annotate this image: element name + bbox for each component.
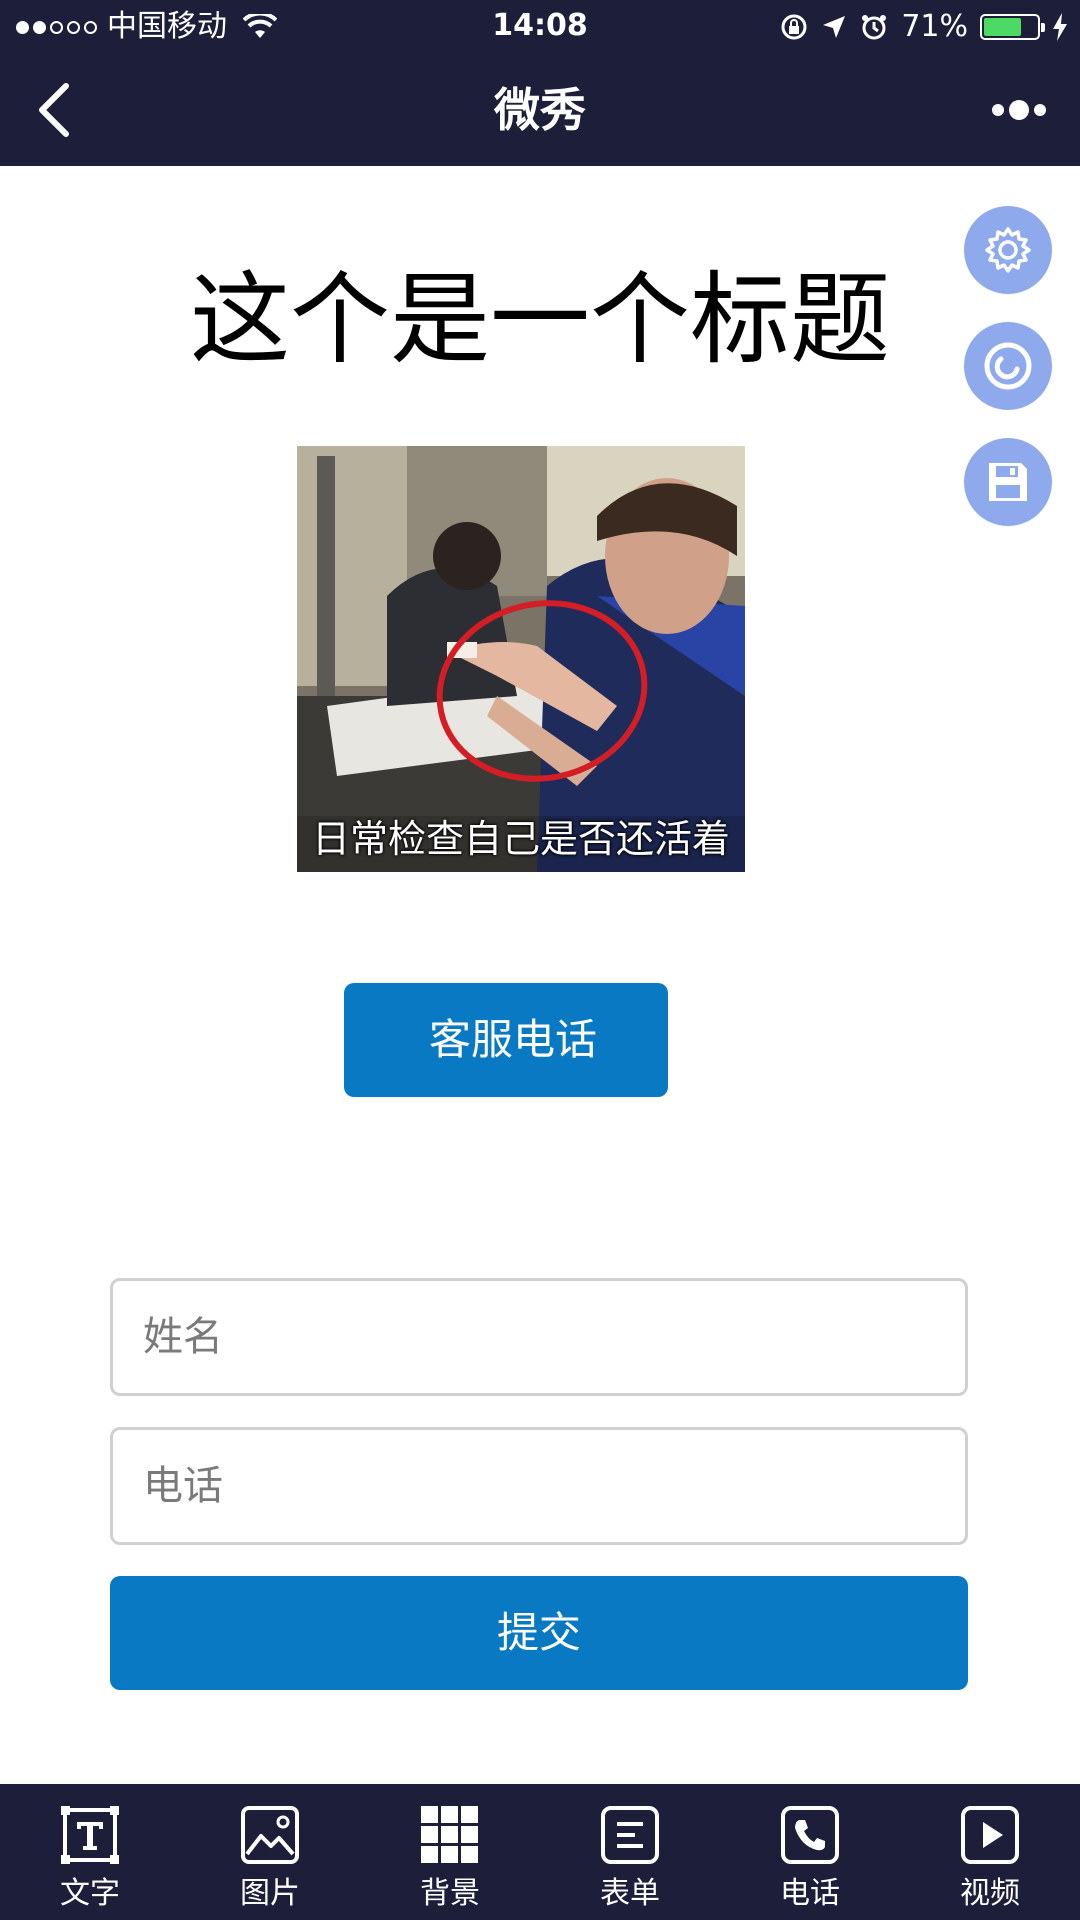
bottom-toolbar: 文字 图片 背景 表单 电话 视频 — [0, 1784, 1080, 1920]
grid-icon — [421, 1806, 478, 1863]
toolbar-item-phone[interactable]: 电话 — [720, 1784, 900, 1920]
save-icon — [989, 463, 1027, 501]
toolbar-item-form[interactable]: 表单 — [540, 1784, 720, 1920]
status-right: 71% — [779, 8, 1068, 46]
location-arrow-icon — [823, 16, 846, 38]
status-bar: 中国移动 14:08 71% — [0, 0, 1080, 54]
navigation-bar: 微秀 — [0, 54, 1080, 166]
toolbar-label-image: 图片 — [240, 1876, 300, 1911]
battery-fill — [984, 18, 1021, 36]
submit-button[interactable]: 提交 — [110, 1576, 968, 1690]
toolbar-label-phone: 电话 — [780, 1876, 840, 1911]
more-options-button[interactable] — [984, 88, 1054, 132]
save-button[interactable] — [964, 438, 1052, 526]
image-caption: 日常检查自己是否还活着 — [311, 817, 730, 861]
phone-icon — [781, 1806, 839, 1864]
phone-input[interactable] — [110, 1427, 968, 1545]
customer-service-phone-button[interactable]: 客服电话 — [344, 983, 668, 1097]
toolbar-label-form: 表单 — [600, 1876, 660, 1911]
name-input[interactable] — [110, 1278, 968, 1396]
toolbar-item-background[interactable]: 背景 — [360, 1784, 540, 1920]
more-dots-icon — [992, 104, 1004, 116]
toolbar-label-text: 文字 — [60, 1876, 120, 1911]
content-image: 日常检查自己是否还活着 — [297, 446, 745, 872]
charging-bolt-icon — [1053, 13, 1067, 41]
battery-percent: 71% — [901, 9, 968, 44]
page-title-nav: 微秀 — [494, 83, 586, 137]
image-icon — [241, 1806, 299, 1864]
alarm-icon — [862, 15, 887, 40]
rotation-lock-icon — [781, 14, 807, 40]
content-heading: 这个是一个标题 — [190, 261, 890, 378]
app-screen: 中国移动 14:08 71% 微秀 这个是一个标题 日常检查自己是否还活着 客服… — [0, 0, 1080, 1920]
toolbar-item-video[interactable]: 视频 — [900, 1784, 1080, 1920]
toolbar-label-video: 视频 — [960, 1876, 1020, 1911]
toolbar-label-background: 背景 — [420, 1876, 480, 1911]
toolbar-item-text[interactable]: 文字 — [0, 1784, 180, 1920]
battery-icon — [980, 14, 1045, 40]
photo-illustration — [297, 446, 745, 872]
text-icon — [61, 1806, 119, 1864]
video-icon — [961, 1806, 1019, 1864]
form-icon — [601, 1806, 659, 1864]
toolbar-item-image[interactable]: 图片 — [180, 1784, 360, 1920]
